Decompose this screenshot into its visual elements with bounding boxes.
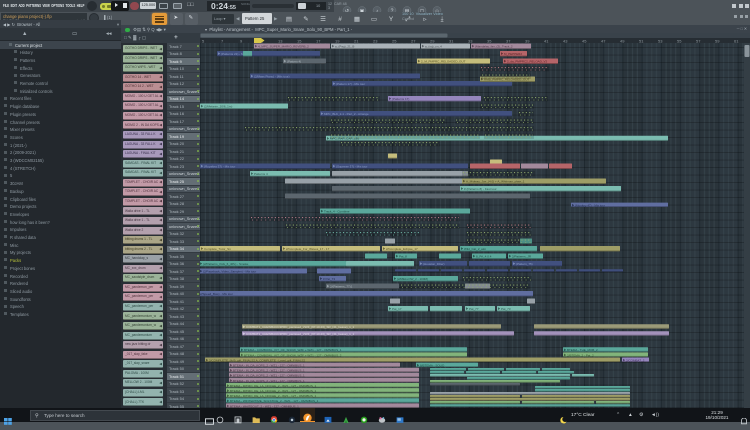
svg-text:59: 59 [715, 38, 720, 43]
svg-text:Patterns 4: Patterns 4 [254, 172, 268, 176]
svg-text:45: 45 [582, 38, 587, 43]
svg-text:2/BTEMA_2 - Pat_2: 2/BTEMA_2 - Pat_2 [567, 353, 594, 357]
svg-text:▦: ▦ [354, 16, 360, 23]
svg-text:8/BTEMA - SOLID: 8/BTEMA - SOLID [420, 364, 445, 368]
svg-text:51: 51 [639, 38, 644, 43]
svg-text:▭: ▭ [371, 16, 377, 23]
svg-text:(2/Speed_Bow) - Mix tour: (2/Speed_Bow) - Mix tour [200, 292, 233, 296]
svg-text:55: 55 [677, 38, 682, 43]
svg-text:(Pattern 4): (Pattern 4) [287, 59, 301, 63]
svg-text:23: 23 [373, 38, 378, 43]
svg-text:33: 33 [468, 38, 473, 43]
svg-text:2/Patterns_JR: 2/Patterns_JR [512, 254, 532, 258]
svg-text:41: 41 [544, 38, 549, 43]
svg-text:39: 39 [525, 38, 530, 43]
svg-text:37: 37 [506, 38, 511, 43]
svg-text:MPC_BLK_2-1 - Part_2 - Arrange: MPC_BLK_2-1 - Part_2 - Arrange [324, 112, 369, 116]
svg-text:25: 25 [392, 38, 397, 43]
svg-text:COMBAT1_CHEWBACC3PRD_panissed_: COMBAT1_CHEWBACC3PRD_panissed_VWZ_(97.10… [246, 332, 354, 336]
svg-text:4_MPC_SUPER_MARIO_REVERB_2: 4_MPC_SUPER_MARIO_REVERB_2 [258, 44, 309, 48]
svg-text:31: 31 [449, 38, 454, 43]
svg-text:A_Midway_Joe_(4.0) + A_Whitman: A_Midway_Joe_(4.0) + A_Whitman_plate_1 [466, 179, 525, 183]
svg-text:Wild_Cat_2_atm: Wild_Cat_2_atm [464, 247, 487, 251]
svg-text:49: 49 [620, 38, 625, 43]
svg-text:2/(Patterns_77)1: 2/(Patterns_77)1 [330, 284, 353, 288]
svg-text:57: 57 [696, 38, 701, 43]
svg-text:19: 19 [335, 38, 340, 43]
svg-text:Pat_77: Pat_77 [469, 307, 479, 311]
svg-text:BTEMA - IN_DA_KOPS_2 - WZ1 - 1: BTEMA - IN_DA_KOPS_2 - WZ1 - 127 - OMNIB… [233, 364, 305, 368]
svg-text:#: # [338, 16, 342, 23]
svg-text:(Pattern_75): (Pattern_75) [516, 262, 533, 266]
svg-text:BTEMA - RITMO_DE_LA_NOCHE_2 -: BTEMA - RITMO_DE_LA_NOCHE_2 - WZ1 - 127 … [230, 389, 317, 393]
svg-text:2/COMBAT_2: 2/COMBAT_2 [626, 358, 645, 362]
svg-text:BTEMA - IN_DA_KOPS_2 - WZ1 - 1: BTEMA - IN_DA_KOPS_2 - WZ1 - 127 - OMNIB… [233, 374, 305, 378]
svg-text:2/Complete_For_Waves_17 - 17: 2/Complete_For_Waves_17 - 17 [286, 247, 330, 251]
svg-text:15: 15 [297, 38, 302, 43]
svg-text:Track_4 - Combine: Track_4 - Combine [324, 209, 350, 213]
svg-text:2_M_PMPRC_RELOADED_GUT: 2_M_PMPRC_RELOADED_GUT [421, 59, 466, 63]
svg-text:(2/Melanin_20/6_1m): (2/Melanin_20/6_1m) [204, 104, 232, 108]
svg-text:29: 29 [430, 38, 435, 43]
svg-text:(Squeeze 37) - Mix tour: (Squeeze 37) - Mix tour [336, 164, 367, 168]
svg-text:Pat_17: Pat_17 [392, 307, 402, 311]
svg-text:2_da_PMPRC2_RELOAD_V2: 2_da_PMPRC2_RELOAD_V2 [507, 59, 548, 63]
svg-text:21: 21 [354, 38, 359, 43]
svg-text:(Monkey 47) - Mix tour: (Monkey 47) - Mix tour [575, 204, 605, 208]
svg-text:61: 61 [734, 38, 739, 43]
svg-text:2/COMPLETE_(full)_gift_FINALS2: 2/COMPLETE_(full)_gift_FINALS2 A_COMPLET… [209, 358, 306, 362]
svg-text:BTEMA - IN_DA_KOPS_2 - WZ1 - 1: BTEMA - IN_DA_KOPS_2 - WZ1 - 127 - OMNIB… [233, 379, 305, 383]
svg-text:53: 53 [658, 38, 663, 43]
svg-text:BTEMA - RITMO_DE_LA_NOCHE_2 -: BTEMA - RITMO_DE_LA_NOCHE_2 - WZ1 - 127 … [230, 384, 317, 388]
svg-text:47: 47 [601, 38, 606, 43]
svg-text:▤: ▤ [286, 16, 292, 23]
svg-text:a_(sq)_on_4: a_(sq)_on_4 [425, 44, 442, 48]
svg-text:BTEMA - IN_DA_KOPS_2 - WZ1 - 1: BTEMA - IN_DA_KOPS_2 - WZ1 - 127 - OMNIB… [233, 369, 305, 373]
svg-text:(2/MELLOW_2 - 100M): (2/MELLOW_2 - 100M) [397, 277, 428, 281]
svg-text:BTEMA - WINTERTIME_SOLSTICE_2: BTEMA - WINTERTIME_SOLSTICE_2 - WZ1 - 12… [230, 399, 319, 403]
svg-text:☰: ☰ [320, 16, 326, 23]
svg-text:17: 17 [316, 38, 321, 43]
svg-text:# Pat_73: # Pat_73 [323, 277, 335, 281]
svg-text:Y: Y [389, 16, 394, 23]
svg-text:(Houston_Filter): (Houston_Filter) [423, 262, 445, 266]
svg-text:(Mandalay_fan_(2)_Track_2: (Mandalay_fan_(2)_Track_2 [475, 44, 513, 48]
svg-text:8_PA_4.0.4: 8_PA_4.0.4 [476, 254, 492, 258]
svg-text:(2/Mass Piano) - (Mix tour): (2/Mass Piano) - (Mix tour) [254, 74, 290, 78]
svg-text:BTEMA - RITMO_DE_LA_NOCHE_2 -: BTEMA - RITMO_DE_LA_NOCHE_2 - WZ1 - 127 … [230, 394, 317, 398]
svg-text:COMBAT1_CHEWBACC3PRD_panissed_: COMBAT1_CHEWBACC3PRD_panissed_VWZ_(97.10… [246, 325, 354, 329]
svg-text:✎: ✎ [303, 16, 309, 23]
svg-text:a_(Pag)_21_B: a_(Pag)_21_B [335, 44, 354, 48]
svg-text:BTEMA - THE_MOB_2: BTEMA - THE_MOB_2 [567, 348, 598, 352]
svg-text:(Royaltea 37) - Mix tour: (Royaltea 37) - Mix tour [204, 164, 235, 168]
svg-text:(2/Patterns_Kick_6_4PL) - Smok: (2/Patterns_Kick_6_4PL) - Smoke [203, 262, 249, 266]
svg-text:BTEMA - COMBOWL_KIT_OF_SNOW_WZ: BTEMA - COMBOWL_KIT_OF_SNOW_WZF + WZ1 - … [244, 353, 342, 357]
svg-text:# (Patterns 8) - Fast tour: # (Patterns 8) - Fast tour [464, 187, 497, 191]
svg-text:Pat_8: Pat_8 [399, 254, 407, 258]
svg-text:Complete_Tutor_Sn: Complete_Tutor_Sn [204, 247, 231, 251]
svg-text:(2/Facebook_Video_Sampler) - M: (2/Facebook_Video_Sampler) - Mix tour [203, 269, 256, 273]
svg-text:(Patterns 17): (Patterns 17) [392, 97, 409, 101]
svg-text:(Pattern 17) - Mix tour: (Pattern 17) - Mix tour [336, 82, 365, 86]
svg-text:13: 13 [278, 38, 283, 43]
svg-text:43: 43 [563, 38, 568, 43]
svg-text:BTEMA - COMBOWL_KIT_OF_SNOW_WZ: BTEMA - COMBOWL_KIT_OF_SNOW_WZF + WZ1 - … [244, 348, 342, 352]
svg-text:Pat_73: Pat_73 [501, 307, 511, 311]
svg-text:27: 27 [411, 38, 416, 43]
svg-text:35: 35 [487, 38, 492, 43]
svg-text:2/Complete_Eclipse_17: 2/Complete_Eclipse_17 [386, 247, 418, 251]
svg-text:M_PEPPER2: M_PEPPER2 [504, 52, 522, 56]
